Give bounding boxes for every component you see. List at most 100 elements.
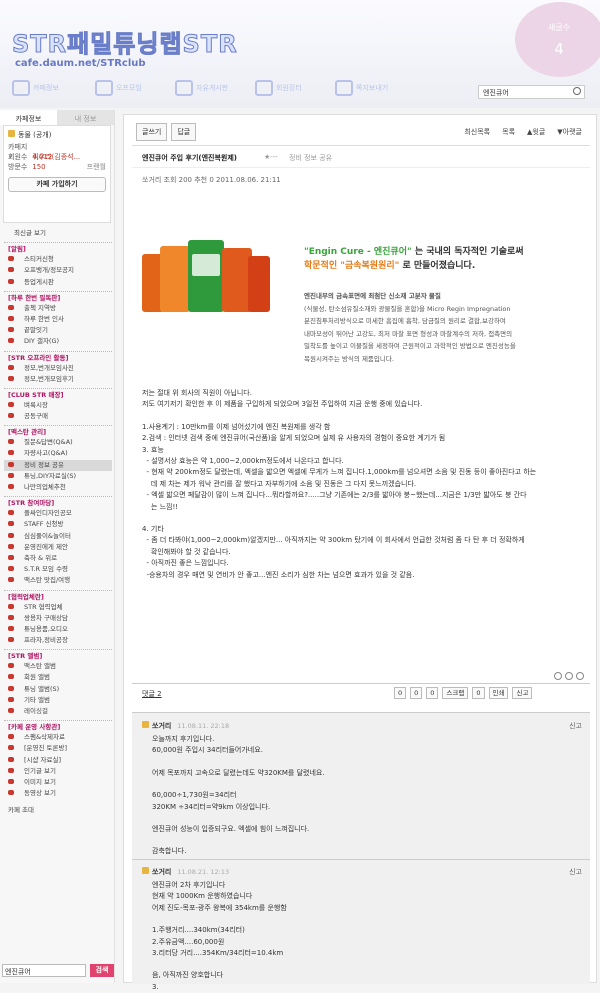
menu-item[interactable]: S.T.R 모임 수령 bbox=[4, 564, 112, 575]
menu-item[interactable]: 맥스탄 앨범 bbox=[4, 661, 112, 672]
menu-item[interactable]: 튜닝 앨범(S) bbox=[4, 684, 112, 695]
menu-item[interactable]: 축하 & 위로 bbox=[4, 553, 112, 564]
nav-message[interactable]: 쪽지보내기 bbox=[335, 77, 388, 99]
menu-item[interactable]: 정모,번개모임후기 bbox=[4, 374, 112, 385]
latest-list-link[interactable]: 최신목록 bbox=[464, 127, 490, 137]
board-icon bbox=[8, 778, 14, 784]
menu-item[interactable]: 이미지 보기 bbox=[4, 777, 112, 788]
comment-author[interactable]: 쏘거리 bbox=[152, 868, 171, 876]
menu-item[interactable]: 하루 한번 인사 bbox=[4, 314, 112, 325]
sidebar-search-input[interactable]: 엔진큐어 bbox=[2, 964, 86, 977]
menu-item[interactable]: [시샵 자료실] bbox=[4, 755, 112, 766]
menu-item[interactable]: 등업게시판 bbox=[4, 277, 112, 288]
post-line: 데 제 차는 제가 워낙 관리를 잘 했다고 자부하기에 소음 및 진동은 그 … bbox=[142, 479, 417, 488]
post-line: 3. 효능 bbox=[142, 445, 164, 454]
write-button[interactable]: 글쓰기 bbox=[136, 123, 168, 141]
board-icon bbox=[8, 278, 14, 284]
menu-item[interactable]: STAFF 신청방 bbox=[4, 519, 112, 530]
comment-author[interactable]: 쏘거리 bbox=[152, 722, 171, 730]
search-icon[interactable] bbox=[573, 87, 581, 95]
nav-cafe-info[interactable]: 카페정보 bbox=[12, 77, 59, 99]
report-button[interactable]: 신고 bbox=[512, 687, 533, 699]
menu-item[interactable]: 공동구매 bbox=[4, 411, 112, 422]
post-title: 엔진큐어 주입 후기(엔진복원제) bbox=[142, 154, 237, 162]
post-line: -승용차의 경우 매연 및 연비가 안 좋고...엔진 소리가 심한 차는 넘으… bbox=[142, 570, 415, 579]
cafe-url[interactable]: cafe.daum.net/STRclub bbox=[15, 58, 146, 69]
menu-item[interactable]: 벼룩시장 bbox=[4, 400, 112, 411]
board-icon bbox=[8, 267, 14, 273]
menu-item[interactable]: 쌍용차 구매상담 bbox=[4, 613, 112, 624]
tab-my-info[interactable]: 내 정보 bbox=[57, 110, 114, 125]
header-search-input[interactable]: 엔진큐어 bbox=[478, 85, 585, 99]
menu-item[interactable]: 인기글 보기 bbox=[4, 766, 112, 777]
post-line: - 엑셀 밟으면 페달감이 많이 느껴 집니다...뭐라할까요?.....그냥 … bbox=[142, 491, 527, 500]
cafe-logo[interactable]: STR패밀튜닝랩STR bbox=[12, 24, 238, 59]
comment-line: 3.리터당 거리....354Km/34리터=10.4km bbox=[152, 949, 284, 958]
member-icon bbox=[142, 721, 149, 728]
comment-line: 엔진큐어 2차 후기입니다 bbox=[152, 881, 226, 889]
like-button[interactable]: 0 bbox=[394, 687, 407, 699]
menu-item[interactable]: 레이싱걸 bbox=[4, 706, 112, 717]
comment-line bbox=[152, 779, 582, 790]
menu-item[interactable]: 맥스탄 맛집/여행 bbox=[4, 575, 112, 586]
menu-item[interactable]: 끝말잇기 bbox=[4, 325, 112, 336]
sidebar-search-button[interactable]: 검색 bbox=[90, 964, 114, 977]
menu-item[interactable]: 기타 앨범 bbox=[4, 695, 112, 706]
post-line: - 현재 약 200km정도 달렸는데, 엑셀을 밟으면 엑셀에 무게가 느껴 … bbox=[142, 468, 537, 477]
menu-item[interactable]: 동영상 보기 bbox=[4, 788, 112, 799]
menu-item[interactable]: 정비 정보 공유 bbox=[4, 459, 112, 471]
comment-line: 2.주유금액....60,000원 bbox=[152, 937, 225, 946]
menu-item[interactable]: 프라자,정비공장 bbox=[4, 635, 112, 646]
bag-icon bbox=[255, 80, 273, 96]
nav-market[interactable]: 회원장터 bbox=[255, 77, 302, 99]
menu-item[interactable]: 플싸인디자인공모 bbox=[4, 508, 112, 519]
scrap-button[interactable]: 스크랩 bbox=[442, 687, 469, 699]
board-icon bbox=[8, 364, 14, 370]
prev-post-link[interactable]: ▲윗글 bbox=[527, 127, 545, 137]
print-button[interactable]: 인쇄 bbox=[488, 687, 509, 699]
post-category[interactable]: 정비 정보 공유 bbox=[289, 153, 332, 163]
comment-line: 60,000÷1,730원=34리터 bbox=[152, 791, 237, 800]
comment-line: 60,000원 주입시 34리터들어가네요. bbox=[152, 746, 263, 755]
menu-item[interactable]: [운영진 토론방] bbox=[4, 743, 112, 754]
menu-item[interactable]: 회원 앨범 bbox=[4, 672, 112, 683]
menu-item[interactable]: 질문&답변(Q&A) bbox=[4, 437, 112, 448]
copy-icon[interactable] bbox=[565, 672, 573, 680]
tab-cafe-info[interactable]: 카페정보 bbox=[0, 110, 57, 125]
menu-item[interactable]: 스팸&삭제자료 bbox=[4, 732, 112, 743]
menu-item[interactable]: 운영진에게 제안 bbox=[4, 542, 112, 553]
menu-item[interactable]: STR 협력업체 bbox=[4, 602, 112, 613]
menu-item[interactable]: 나만의업체추천 bbox=[4, 482, 112, 493]
menu-item[interactable]: 스티커신청 bbox=[4, 254, 112, 265]
menu-item[interactable]: 튜닝,DIY자료실(S) bbox=[4, 471, 112, 482]
join-cafe-button[interactable]: 카페 가입하기 bbox=[8, 177, 106, 192]
invite-link[interactable]: 카페 초대 bbox=[4, 805, 112, 816]
comment-count-link[interactable]: 댓글 2 bbox=[142, 689, 162, 699]
menu-item[interactable]: 자량사고(Q&A) bbox=[4, 448, 112, 459]
share-twitter-button[interactable]: 0 bbox=[410, 687, 423, 699]
post-line: 4. 기타 bbox=[142, 525, 164, 534]
board-icon bbox=[8, 413, 14, 419]
nav-free-board[interactable]: 자유게시판 bbox=[175, 77, 228, 99]
list-link[interactable]: 목록 bbox=[502, 127, 515, 137]
rating-stars: ★--- bbox=[264, 153, 278, 161]
post-line: - 설명서상 효능은 약 1,000~2,000km정도에서 나온다고 합니다. bbox=[142, 457, 344, 466]
close-icon[interactable] bbox=[576, 672, 584, 680]
menu-item[interactable]: 출첵 지역방 bbox=[4, 303, 112, 314]
menu-item[interactable]: 오프뱅개/정모공지 bbox=[4, 265, 112, 276]
share-blog-button[interactable]: 0 bbox=[426, 687, 439, 699]
reply-button[interactable]: 답글 bbox=[171, 123, 197, 141]
comment-report-link[interactable]: 신고 bbox=[569, 867, 582, 877]
next-post-link[interactable]: ▼아랫글 bbox=[557, 127, 582, 137]
nav-offline[interactable]: 오프모임 bbox=[95, 77, 142, 99]
comment-report-link[interactable]: 신고 bbox=[569, 721, 582, 731]
menu-item[interactable]: 튜닝용품,오디오 bbox=[4, 624, 112, 635]
menu-item[interactable]: 정모,번개모임사진 bbox=[4, 363, 112, 374]
zoom-icon[interactable] bbox=[554, 672, 562, 680]
menu-item[interactable]: 심심풀이&놀이터 bbox=[4, 531, 112, 542]
menu-item[interactable]: DIY 갤자(G) bbox=[4, 336, 112, 347]
board-icon bbox=[8, 674, 14, 680]
board-icon bbox=[8, 315, 14, 321]
comment-line: 엔진큐어 성능이 입증되구요. 엑셀에 힘이 느껴집니다. bbox=[152, 825, 310, 834]
recent-posts-link[interactable]: 최신글 보기 bbox=[4, 228, 112, 239]
